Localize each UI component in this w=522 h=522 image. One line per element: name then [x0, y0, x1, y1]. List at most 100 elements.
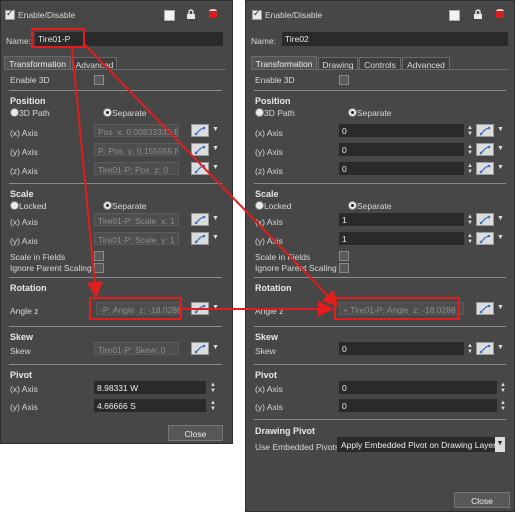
chevron-down-icon[interactable]: ▼	[212, 145, 219, 152]
scale-in-fields-checkbox[interactable]	[339, 251, 349, 261]
chevron-down-icon[interactable]: ▼	[497, 145, 504, 152]
rotation-title: Rotation	[255, 283, 292, 293]
ignore-parent-scaling-checkbox[interactable]	[94, 263, 104, 273]
scale-x-function-button[interactable]	[191, 213, 209, 226]
lock-icon[interactable]	[473, 9, 483, 19]
scale-y-label: (y) Axis	[10, 236, 38, 246]
pivot-y-label: (y) Axis	[10, 402, 38, 412]
scale-y-function-button[interactable]	[476, 232, 494, 245]
red-cylinder-icon[interactable]	[208, 8, 218, 18]
skew-field[interactable]: 0	[339, 342, 464, 355]
spin-arrows-icon[interactable]: ▲ ▼	[467, 125, 473, 138]
pivot-y-field[interactable]: 4.66666 S	[94, 399, 206, 412]
skew-function-button[interactable]	[191, 342, 209, 355]
pivot-y-label: (y) Axis	[255, 402, 283, 412]
highlight-right-angle-box	[334, 297, 460, 320]
chevron-down-icon[interactable]: ▼	[495, 437, 505, 452]
position-y-field[interactable]: 0	[339, 143, 464, 156]
position-3dpath-radio[interactable]	[255, 108, 264, 117]
position-3dpath-radio[interactable]	[10, 108, 19, 117]
chevron-down-icon[interactable]: ▼	[497, 126, 504, 133]
scale-in-fields-checkbox[interactable]	[94, 251, 104, 261]
chevron-down-icon[interactable]: ▼	[497, 304, 504, 311]
chevron-down-icon[interactable]: ▼	[497, 215, 504, 222]
scale-y-field[interactable]: Tire01-P: Scale_y: 1	[94, 232, 179, 245]
position-title: Position	[255, 96, 291, 106]
chevron-down-icon[interactable]: ▼	[212, 126, 219, 133]
position-y-function-button[interactable]	[191, 143, 209, 156]
enable-label: Enable/Disable	[265, 10, 323, 20]
scale-y-field[interactable]: 1	[339, 232, 464, 245]
chevron-down-icon[interactable]: ▼	[497, 234, 504, 241]
chevron-down-icon[interactable]: ▼	[212, 215, 219, 222]
position-x-field[interactable]: Pos_x: 0.00833333-E	[94, 124, 179, 137]
scale-separate-radio[interactable]	[348, 201, 357, 210]
pivot-title: Pivot	[10, 370, 33, 380]
position-separate-radio[interactable]	[348, 108, 357, 117]
chevron-down-icon[interactable]: ▼	[212, 304, 219, 311]
spin-arrows-icon[interactable]: ▲ ▼	[467, 163, 473, 176]
pivot-x-field[interactable]: 0	[339, 381, 497, 394]
spin-arrows-icon[interactable]: ▲ ▼	[210, 400, 216, 413]
skew-field[interactable]: Tire01-P: Skew: 0	[94, 342, 179, 355]
close-button[interactable]: Close	[454, 492, 510, 508]
spin-arrows-icon[interactable]: ▲ ▼	[210, 382, 216, 395]
rotation-title: Rotation	[10, 283, 47, 293]
highlight-name-box	[31, 28, 85, 48]
position-z-field[interactable]: 0	[339, 162, 464, 175]
scale-locked-radio[interactable]	[10, 201, 19, 210]
position-x-field[interactable]: 0	[339, 124, 464, 137]
angle-z-function-button[interactable]	[476, 302, 494, 315]
scale-locked-label: Locked	[264, 201, 292, 211]
position-z-field[interactable]: Tire01-P: Pos_z: 0	[94, 162, 179, 175]
scale-separate-radio[interactable]	[103, 201, 112, 210]
chevron-down-icon[interactable]: ▼	[497, 164, 504, 171]
spin-arrows-icon[interactable]: ▲ ▼	[467, 343, 473, 356]
scale-x-field[interactable]: Tire01-P: Scale_x: 1	[94, 213, 179, 226]
scale-x-label: (x) Axis	[10, 217, 38, 227]
scale-locked-radio[interactable]	[255, 201, 264, 210]
spin-arrows-icon[interactable]: ▲ ▼	[500, 382, 506, 395]
position-y-function-button[interactable]	[476, 143, 494, 156]
embedded-pivot-select[interactable]: Apply Embedded Pivot on Drawing Layer	[337, 437, 496, 452]
pivot-x-field[interactable]: 8.98331 W	[94, 381, 206, 394]
enable-3d-checkbox[interactable]	[339, 75, 349, 85]
spin-arrows-icon[interactable]: ▲ ▼	[467, 233, 473, 246]
chevron-down-icon[interactable]: ▼	[497, 344, 504, 351]
scale-y-function-button[interactable]	[191, 232, 209, 245]
enable-checkbox[interactable]	[5, 8, 15, 20]
position-y-field[interactable]: P: Pos_y: 0.155555 N	[94, 143, 179, 156]
white-square-icon[interactable]	[164, 10, 175, 21]
scale-separate-label: Separate	[357, 201, 392, 211]
spin-arrows-icon[interactable]: ▲ ▼	[500, 400, 506, 413]
position-separate-radio[interactable]	[103, 108, 112, 117]
position-x-function-button[interactable]	[191, 124, 209, 137]
chevron-down-icon[interactable]: ▼	[212, 234, 219, 241]
scale-x-function-button[interactable]	[476, 213, 494, 226]
position-title: Position	[10, 96, 46, 106]
use-embedded-pivots-label: Use Embedded Pivots	[255, 442, 340, 452]
position-z-function-button[interactable]	[476, 162, 494, 175]
angle-z-function-button[interactable]	[191, 302, 209, 315]
name-input[interactable]: Tire02	[282, 32, 508, 46]
enable-checkbox[interactable]	[252, 8, 262, 20]
chevron-down-icon[interactable]: ▼	[212, 164, 219, 171]
red-cylinder-icon[interactable]	[495, 8, 505, 18]
enable-3d-checkbox[interactable]	[94, 75, 104, 85]
spin-arrows-icon[interactable]: ▲ ▼	[467, 214, 473, 227]
ignore-parent-scaling-label: Ignore Parent Scaling	[255, 263, 337, 273]
white-square-icon[interactable]	[449, 10, 460, 21]
pivot-y-field[interactable]: 0	[339, 399, 497, 412]
spin-arrows-icon[interactable]: ▲ ▼	[467, 144, 473, 157]
position-x-function-button[interactable]	[476, 124, 494, 137]
lock-icon[interactable]	[186, 9, 196, 19]
scale-x-field[interactable]: 1	[339, 213, 464, 226]
chevron-down-icon[interactable]: ▼	[212, 344, 219, 351]
tab-transformation[interactable]: Transformation	[4, 56, 71, 69]
close-button[interactable]: Close	[168, 425, 223, 441]
skew-function-button[interactable]	[476, 342, 494, 355]
position-z-function-button[interactable]	[191, 162, 209, 175]
enable-3d-label: Enable 3D	[255, 75, 295, 85]
tab-transformation[interactable]: Transformation	[251, 56, 317, 69]
ignore-parent-scaling-checkbox[interactable]	[339, 263, 349, 273]
